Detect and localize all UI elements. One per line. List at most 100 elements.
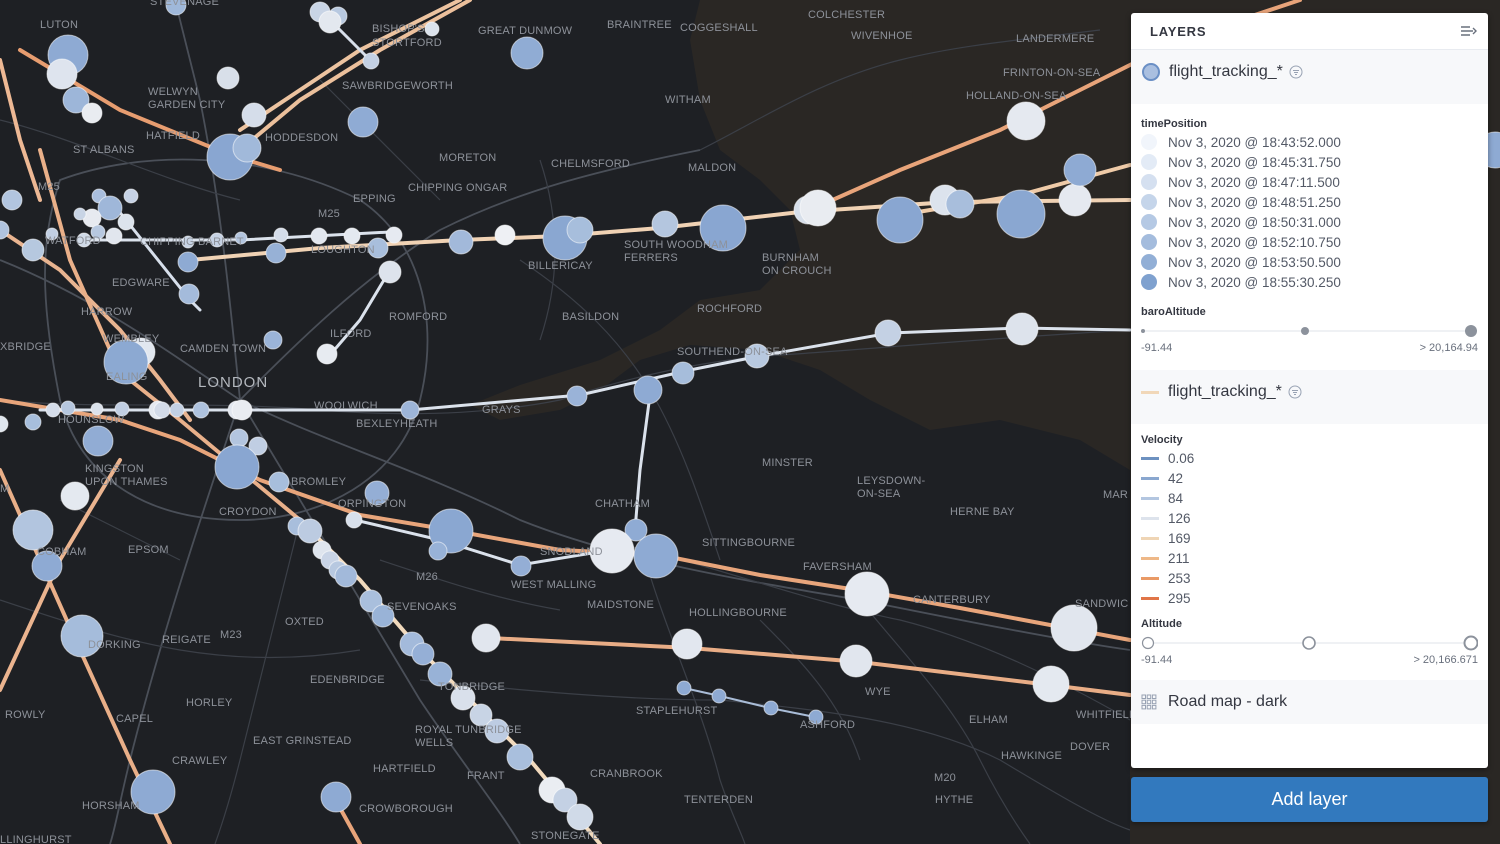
place-label: ON-SEA bbox=[857, 488, 901, 500]
add-layer-button[interactable]: Add layer bbox=[1131, 777, 1488, 822]
place-label: WIVENHOE bbox=[851, 30, 913, 42]
filter-icon[interactable] bbox=[1289, 65, 1303, 79]
velocity-legend-label: 253 bbox=[1168, 570, 1191, 586]
time-legend-label: Nov 3, 2020 @ 18:48:51.250 bbox=[1168, 194, 1341, 210]
place-label: SANDWIC bbox=[1075, 598, 1128, 610]
place-label: ST ALBANS bbox=[73, 144, 135, 156]
velocity-swatch bbox=[1141, 596, 1159, 600]
place-label: SITTINGBOURNE bbox=[702, 537, 795, 549]
place-label: GARDEN CITY bbox=[148, 99, 226, 111]
place-label: WYE bbox=[865, 686, 891, 698]
altitude-label: Altitude bbox=[1141, 618, 1182, 630]
place-label: HOLLINGBOURNE bbox=[689, 607, 787, 619]
place-label: WELLS bbox=[415, 737, 453, 749]
velocity-label: Velocity bbox=[1141, 434, 1183, 446]
altitude-range: -91.44 > 20,166.671 bbox=[1131, 654, 1488, 668]
layer-item-points[interactable]: flight_tracking_* bbox=[1131, 50, 1488, 94]
place-label: KINGSTON bbox=[85, 463, 144, 475]
velocity-swatch bbox=[1141, 536, 1159, 540]
filter-icon[interactable] bbox=[1288, 385, 1302, 399]
place-label: HORSHAM bbox=[82, 800, 140, 812]
place-label: EALING bbox=[106, 371, 148, 383]
place-label: LUTON bbox=[40, 19, 78, 31]
place-label: OXTED bbox=[285, 616, 324, 628]
place-label: DOVER bbox=[1070, 741, 1110, 753]
place-label: M26 bbox=[416, 571, 438, 583]
place-label: HYTHE bbox=[935, 794, 973, 806]
layers-panel: LAYERS flight_tracking_* timePosition No… bbox=[1131, 13, 1488, 768]
place-label: WEST MALLING bbox=[511, 579, 596, 591]
place-label: M25 bbox=[38, 181, 60, 193]
time-swatch bbox=[1141, 254, 1157, 270]
time-position-label: timePosition bbox=[1141, 118, 1208, 130]
layers-title: LAYERS bbox=[1150, 23, 1207, 39]
velocity-legend-item: 211 bbox=[1131, 548, 1488, 568]
place-label: BEXLEYHEATH bbox=[356, 418, 437, 430]
place-label: CAMDEN TOWN bbox=[180, 343, 266, 355]
place-label: ROYAL TUNBRIDGE bbox=[415, 724, 522, 736]
velocity-legend-item: 253 bbox=[1131, 568, 1488, 588]
spacer bbox=[1131, 414, 1488, 424]
place-label: HARROW bbox=[81, 306, 133, 318]
place-label: CROWBOROUGH bbox=[359, 803, 453, 815]
place-label: CHIPPING BARNET bbox=[140, 236, 244, 248]
baro-altitude-range: -91.44 > 20,164.94 bbox=[1131, 342, 1488, 356]
velocity-legend-item: 0.06 bbox=[1131, 448, 1488, 468]
time-swatch bbox=[1141, 174, 1157, 190]
grid-icon bbox=[1141, 694, 1157, 710]
velocity-legend: 0.06 42 84 126 169 211 253 295 bbox=[1131, 448, 1488, 608]
place-label: ROCHFORD bbox=[697, 303, 762, 315]
collapse-panel-icon[interactable] bbox=[1460, 24, 1478, 38]
place-label: BRAINTREE bbox=[607, 19, 672, 31]
place-label: DORKING bbox=[88, 639, 141, 651]
place-label: ORPINGTON bbox=[338, 498, 406, 510]
place-label: BISHOP'S bbox=[372, 23, 425, 35]
velocity-legend-label: 211 bbox=[1168, 550, 1190, 566]
place-label: ILFORD bbox=[330, 328, 372, 340]
spacer bbox=[1131, 94, 1488, 104]
place-label: MORETON bbox=[439, 152, 496, 164]
layer-item-tracks[interactable]: flight_tracking_* bbox=[1131, 370, 1488, 414]
place-label: ELHAM bbox=[969, 714, 1008, 726]
baro-altitude-label: baroAltitude bbox=[1141, 306, 1206, 318]
place-label: WOOLWICH bbox=[314, 400, 378, 412]
place-label: M25 bbox=[318, 208, 340, 220]
place-label: SOUTHEND-ON-SEA bbox=[677, 346, 788, 358]
city-label-london: LONDON bbox=[198, 374, 268, 391]
place-label: LOUGHTON bbox=[311, 244, 375, 256]
velocity-legend-label: 0.06 bbox=[1168, 450, 1195, 466]
alt-min: -91.44 bbox=[1141, 654, 1173, 666]
time-legend-item: Nov 3, 2020 @ 18:43:52.000 bbox=[1131, 132, 1488, 152]
time-legend-item: Nov 3, 2020 @ 18:52:10.750 bbox=[1131, 232, 1488, 252]
place-label: LEYSDOWN- bbox=[857, 475, 926, 487]
place-label: HAWKINGE bbox=[1001, 750, 1062, 762]
time-swatch bbox=[1141, 194, 1157, 210]
place-label: TENTERDEN bbox=[684, 794, 753, 806]
place-label: SNODLAND bbox=[540, 546, 603, 558]
time-position-legend: Nov 3, 2020 @ 18:43:52.000 Nov 3, 2020 @ … bbox=[1131, 132, 1488, 292]
alt-max: > 20,166.671 bbox=[1413, 654, 1478, 666]
place-label: SAWBRIDGEWORTH bbox=[342, 80, 453, 92]
place-label: MAIDSTONE bbox=[587, 599, 654, 611]
place-label: EPSOM bbox=[128, 544, 169, 556]
place-label: EDGWARE bbox=[112, 277, 170, 289]
layer-name: Road map - dark bbox=[1168, 693, 1288, 710]
place-label: XBRIDGE bbox=[0, 341, 51, 353]
layer-item-basemap[interactable]: Road map - dark bbox=[1131, 680, 1488, 724]
place-label: WHITFIELI bbox=[1076, 709, 1132, 721]
velocity-legend-item: 84 bbox=[1131, 488, 1488, 508]
place-label: WITHAM bbox=[665, 94, 711, 106]
time-legend-label: Nov 3, 2020 @ 18:43:52.000 bbox=[1168, 134, 1341, 150]
place-label: UPON THAMES bbox=[85, 476, 168, 488]
place-label: MALDON bbox=[688, 162, 736, 174]
time-legend-item: Nov 3, 2020 @ 18:45:31.750 bbox=[1131, 152, 1488, 172]
baro-altitude-scale bbox=[1141, 320, 1478, 342]
layers-panel-header: LAYERS bbox=[1131, 13, 1488, 50]
place-label: GREAT DUNMOW bbox=[478, 25, 573, 37]
place-label: FRANT bbox=[467, 770, 505, 782]
place-label: HARTFIELD bbox=[373, 763, 436, 775]
velocity-legend-label: 84 bbox=[1168, 490, 1184, 506]
time-legend-label: Nov 3, 2020 @ 18:55:30.250 bbox=[1168, 274, 1341, 290]
place-label: COBHAM bbox=[37, 546, 86, 558]
place-label: CRAWLEY bbox=[172, 755, 228, 767]
